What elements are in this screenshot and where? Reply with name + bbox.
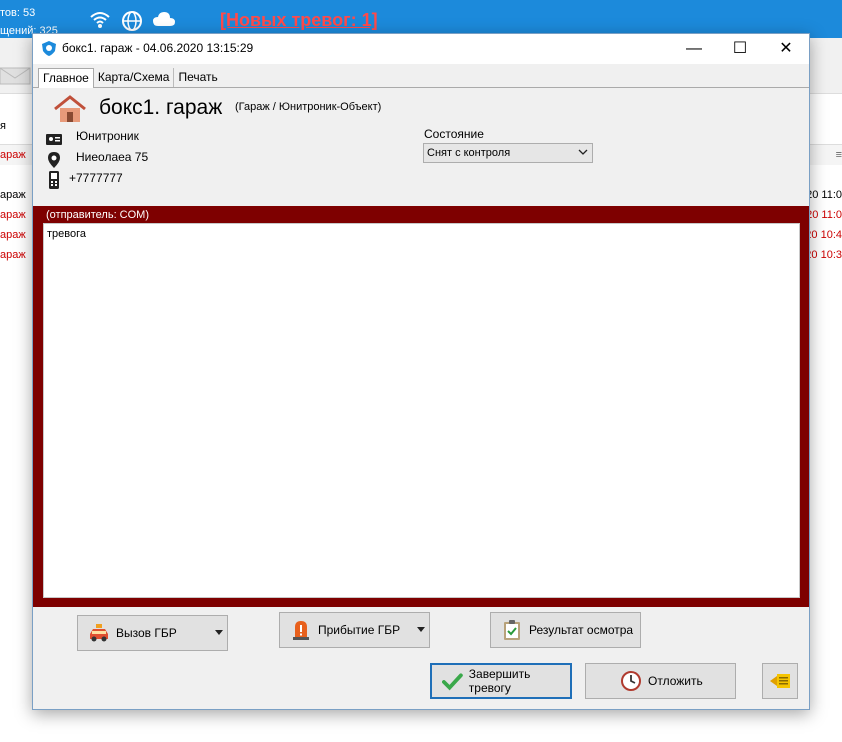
police-car-icon (90, 624, 108, 642)
phone-icon (49, 171, 59, 189)
object-phone: +7777777 (69, 171, 123, 185)
maximize-button[interactable]: ☐ (717, 34, 763, 64)
clipboard-check-icon (504, 620, 520, 640)
finish-alarm-button[interactable]: Завершить тревогу (430, 663, 572, 699)
alarm-message-frame: (отправитель: COM) тревога (33, 206, 809, 607)
new-alarms-link[interactable]: [Новых тревог: 1] (220, 10, 378, 31)
cloud-icon (152, 10, 176, 32)
message-sender: (отправитель: COM) (46, 209, 150, 221)
call-gbr-button[interactable]: Вызов ГБР (77, 615, 228, 651)
state-dropdown[interactable]: Снят с контроля (423, 143, 593, 163)
finish-alarm-label: Завершить тревогу (468, 667, 531, 695)
message-textbox[interactable]: тревога (43, 223, 800, 598)
object-subtitle: (Гараж / Юнитроник-Объект) (235, 101, 382, 113)
call-gbr-label: Вызов ГБР (116, 626, 177, 640)
arrival-gbr-label: Прибытие ГБР (318, 623, 401, 637)
close-button[interactable]: ✕ (763, 34, 809, 64)
window-title: бокс1. гараж - 04.06.2020 13:15:29 (62, 41, 254, 55)
shield-app-icon (42, 41, 56, 56)
postpone-label: Отложить (648, 674, 703, 688)
mail-icon (0, 67, 31, 85)
chevron-down-icon (578, 149, 588, 155)
tab-main[interactable]: Главное (38, 68, 94, 88)
location-pin-icon (48, 152, 60, 168)
arrow-left-list-icon (770, 674, 790, 688)
tab-strip: Главное Карта/Схема Печать (38, 68, 222, 88)
contact-card-icon (46, 134, 62, 145)
checkmark-icon (442, 673, 463, 691)
dropdown-arrow-icon[interactable] (215, 630, 223, 635)
inspection-result-button[interactable]: Результат осмотра (490, 612, 641, 648)
object-owner: Юнитроник (76, 129, 139, 143)
background-status-icons (88, 10, 176, 32)
dropdown-arrow-icon[interactable] (417, 627, 425, 632)
title-bar[interactable]: бокс1. гараж - 04.06.2020 13:15:29 — ☐ ✕ (33, 34, 809, 64)
siren-icon (293, 621, 309, 640)
state-label: Состояние (424, 127, 484, 141)
arrival-gbr-button[interactable]: Прибытие ГБР (279, 612, 430, 648)
object-address: Ниеолаеа 75 (76, 150, 149, 164)
tab-print[interactable]: Печать (174, 68, 221, 87)
message-text: тревога (47, 228, 86, 240)
collapse-panel-button[interactable] (762, 663, 798, 699)
postpone-button[interactable]: Отложить (585, 663, 736, 699)
state-value: Снят с контроля (427, 147, 511, 159)
tab-map[interactable]: Карта/Схема (94, 68, 175, 87)
house-icon (54, 95, 86, 122)
clock-icon (621, 671, 641, 691)
wifi-icon (88, 10, 112, 32)
inspection-result-label: Результат осмотра (529, 623, 634, 637)
minimize-button[interactable]: — (671, 34, 717, 64)
alarm-dialog: бокс1. гараж - 04.06.2020 13:15:29 — ☐ ✕… (32, 33, 810, 710)
globe-icon (120, 10, 144, 32)
object-name: бокс1. гараж (99, 96, 223, 119)
